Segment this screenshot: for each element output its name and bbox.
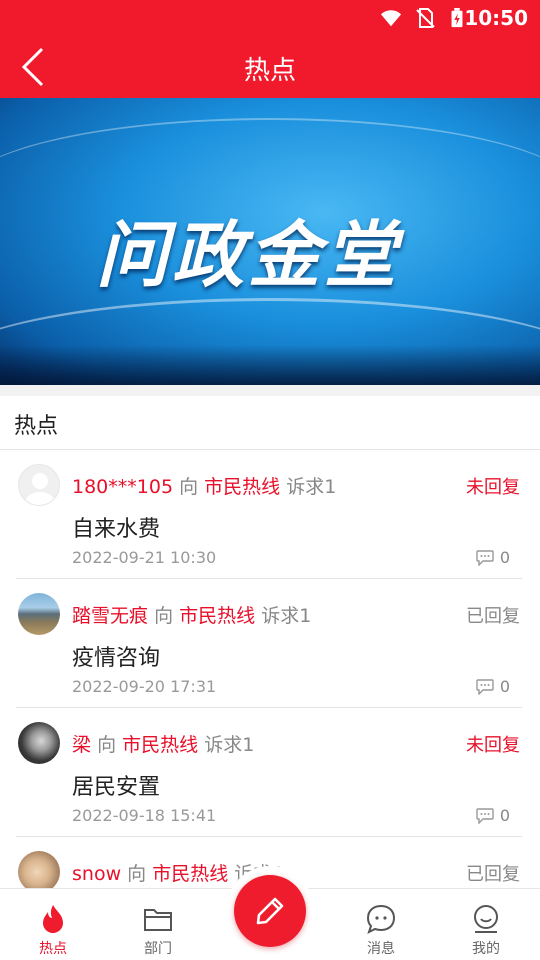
post-department[interactable]: 市民热线 [204,476,280,498]
folder-icon [144,909,172,931]
comment-icon [476,678,494,695]
post-subject: 居民安置 [72,775,161,800]
post-user[interactable]: 180***105 [72,476,173,498]
tab-messages-label: 消息 [367,941,395,957]
post-department[interactable]: 市民热线 [152,863,228,885]
tab-department-label: 部门 [144,941,172,957]
user-face-icon [474,905,498,933]
banner-title: 问政金堂 [96,213,401,297]
tab-hot-label: 热点 [39,941,67,957]
section-header: 热点 [0,396,540,450]
post-item[interactable]: 踏雪无痕 向 市民热线 诉求1 已回复 疫情咨询 2022-09-20 17:3… [16,579,522,708]
title-bar: 热点 [0,36,540,98]
status-bar: 10:50 [0,0,540,36]
post-type: 诉求1 [204,734,255,756]
wifi-icon [380,10,402,27]
avatar [18,722,60,764]
comment-icon [476,549,494,566]
avatar [18,593,60,635]
page-title: 热点 [243,56,296,86]
post-user[interactable]: 梁 [72,734,91,756]
post-date: 2022-09-20 17:31 [72,677,217,696]
tab-messages[interactable]: 消息 [341,889,421,960]
post-user[interactable]: 踏雪无痕 [72,605,148,627]
post-subject: 自来水费 [72,517,161,542]
flame-icon [43,905,63,933]
section-title: 热点 [14,414,59,439]
tab-hot[interactable]: 热点 [13,889,93,960]
clock: 10:50 [464,6,528,30]
compose-button[interactable] [234,875,306,947]
reply-status: 未回复 [466,735,520,756]
comment-count-value: 0 [499,548,510,567]
post-meta: 梁 向 市民热线 诉求1 [72,730,254,757]
post-meta: 踏雪无痕 向 市民热线 诉求1 [72,601,311,628]
comment-count: 0 [476,806,510,825]
connector-text: 向 [154,605,174,627]
avatar [18,464,60,506]
comment-count: 0 [476,548,510,567]
reply-status: 已回复 [466,606,520,627]
tab-department[interactable]: 部门 [118,889,198,960]
post-department[interactable]: 市民热线 [179,605,255,627]
post-list: 180***105 向 市民热线 诉求1 未回复 自来水费 2022-09-21… [0,450,540,890]
banner-shade [0,345,540,385]
connector-text: 向 [127,863,147,885]
reply-status: 已回复 [466,864,520,885]
connector-text: 向 [179,476,199,498]
comment-icon [476,807,494,824]
post-user[interactable]: snow [72,863,121,885]
tab-mine[interactable]: 我的 [446,889,526,960]
pencil-icon [256,897,284,925]
comment-count: 0 [476,677,510,696]
comment-count-value: 0 [499,677,510,696]
post-type: 诉求1 [286,476,337,498]
post-department[interactable]: 市民热线 [122,734,198,756]
post-meta: 180***105 向 市民热线 诉求1 [72,472,336,499]
post-item[interactable]: 梁 向 市民热线 诉求1 未回复 居民安置 2022-09-18 15:41 0 [16,708,522,837]
default-avatar-icon [25,473,55,505]
reply-status: 未回复 [466,477,520,498]
banner-image[interactable]: 问政金堂 [0,98,540,385]
avatar [18,851,60,890]
post-date: 2022-09-21 10:30 [72,548,217,567]
comment-count-value: 0 [499,806,510,825]
post-item[interactable]: 180***105 向 市民热线 诉求1 未回复 自来水费 2022-09-21… [16,450,522,579]
post-type: 诉求1 [261,605,312,627]
chat-bubble-icon [366,904,396,934]
tab-mine-label: 我的 [472,941,500,957]
no-sim-icon [416,8,435,28]
connector-text: 向 [97,734,117,756]
post-subject: 疫情咨询 [72,646,161,671]
post-date: 2022-09-18 15:41 [72,806,217,825]
